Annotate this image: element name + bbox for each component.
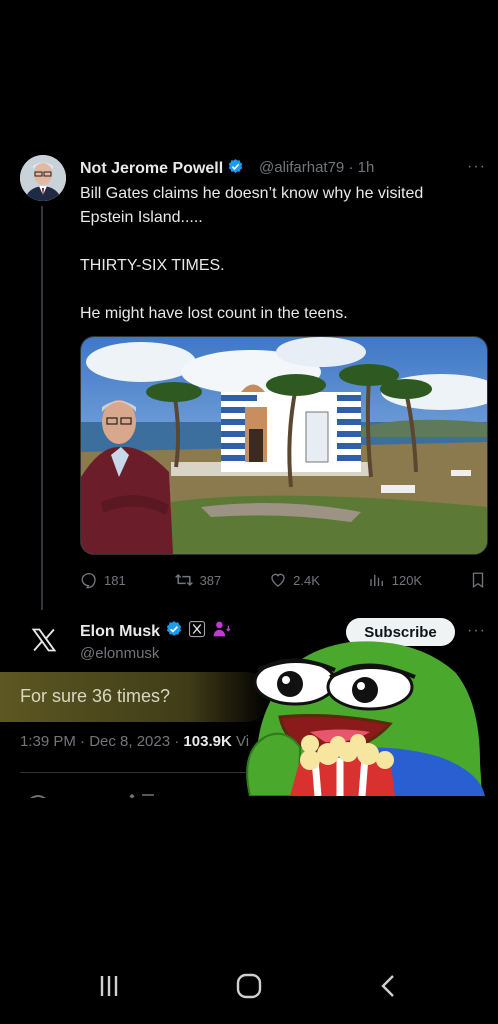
system-nav-bar xyxy=(0,960,498,1016)
home-icon xyxy=(235,972,263,1005)
pepe-popcorn-sticker xyxy=(240,632,490,796)
verified-badge-icon xyxy=(227,158,244,180)
like-button[interactable]: 2.4K xyxy=(269,571,320,589)
author-name-text[interactable]: Not Jerome Powell xyxy=(80,160,223,177)
repost-icon xyxy=(174,571,194,589)
views-icon xyxy=(368,571,386,589)
reply-author-name[interactable]: Elon Musk xyxy=(80,620,231,643)
reply-meta: 1:39 PM · Dec 8, 2023 · 103.9K Vi xyxy=(20,733,249,750)
author-name[interactable]: Not Jerome Powell xyxy=(80,158,244,180)
back-button[interactable] xyxy=(369,972,409,1004)
back-icon xyxy=(376,973,402,1004)
author-handle-time[interactable]: @alifarhat79 · 1h xyxy=(259,159,374,176)
home-button[interactable] xyxy=(229,972,269,1004)
verified-badge-icon xyxy=(165,620,183,643)
reply-author-name-text[interactable]: Elon Musk xyxy=(80,623,160,641)
reply-text: For sure 36 times? xyxy=(20,686,171,706)
reply-author-handle[interactable]: @elonmusk xyxy=(80,645,159,662)
repost-count: 387 xyxy=(199,572,222,588)
affiliate-icon xyxy=(211,620,231,643)
views-button[interactable]: 120K xyxy=(368,571,422,589)
reply-button[interactable]: 181 xyxy=(80,571,126,589)
thread-line xyxy=(41,206,43,610)
bookmark-icon xyxy=(470,571,486,589)
tweet-photo[interactable] xyxy=(80,336,488,555)
repost-button[interactable]: 387 xyxy=(174,571,222,589)
recent-apps-icon xyxy=(96,973,122,1004)
views-count: 120K xyxy=(391,572,423,588)
like-count: 2.4K xyxy=(293,572,320,588)
tweet-text: Bill Gates claims he doesn’t know why he… xyxy=(80,182,480,350)
divider xyxy=(20,772,260,773)
reply-timestamp[interactable]: 1:39 PM · Dec 8, 2023 · xyxy=(20,733,183,750)
tweet-text-line: THIRTY-SIX TIMES. xyxy=(80,257,225,274)
tweet-actions-bar: 181 387 2.4K 120K xyxy=(80,570,486,590)
reply-count: 181 xyxy=(104,572,126,588)
author-avatar[interactable] xyxy=(20,155,66,201)
bookmark-button[interactable] xyxy=(470,571,486,589)
more-options-button[interactable]: ··· xyxy=(467,158,486,176)
reply-actions-partial xyxy=(20,788,220,798)
recent-apps-button[interactable] xyxy=(89,972,129,1004)
reply-views-count: 103.9K xyxy=(183,733,232,750)
tweet-text-line: He might have lost count in the teens. xyxy=(80,305,348,322)
affiliate-x-badge-icon xyxy=(188,620,206,643)
like-icon xyxy=(269,571,287,589)
tweet-text-line: Bill Gates claims he doesn’t know why he… xyxy=(80,185,424,226)
x-logo-icon[interactable] xyxy=(30,626,58,654)
reply-icon xyxy=(80,571,98,589)
